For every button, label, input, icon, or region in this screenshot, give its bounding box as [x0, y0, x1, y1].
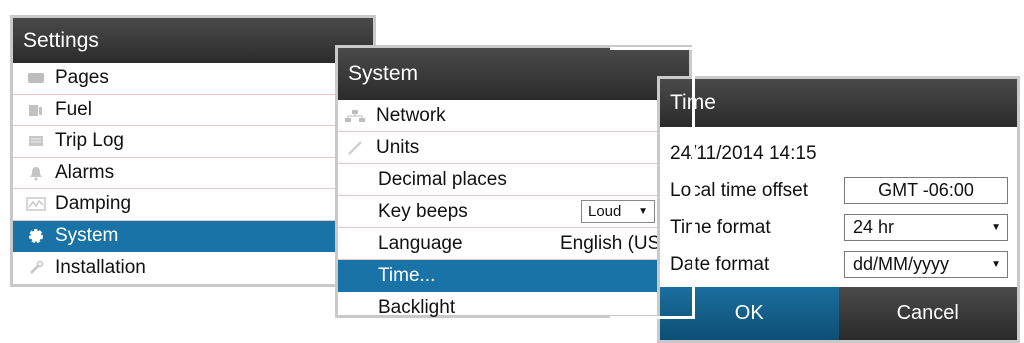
local-time-offset-row: Local time offset GMT -06:00	[670, 172, 1017, 209]
current-datetime: 24/11/2014 14:15	[670, 142, 817, 164]
pencil-icon	[344, 139, 366, 157]
language-value: English (US)	[560, 232, 667, 254]
wrench-icon	[25, 259, 47, 277]
system-panel: System Network Units Decimal places Key …	[335, 45, 692, 318]
system-item-label: Units	[376, 136, 420, 158]
local-time-offset-field[interactable]: GMT -06:00	[844, 177, 1008, 204]
settings-item-label: System	[55, 224, 119, 246]
time-format-label: Time format	[670, 216, 771, 238]
date-format-row: Date format dd/MM/yyyy ▼	[670, 246, 1017, 283]
system-item-units[interactable]: Units	[338, 132, 689, 164]
chevron-down-icon: ▼	[991, 259, 1001, 270]
local-time-offset-value: GMT -06:00	[878, 180, 974, 200]
chevron-down-icon: ▼	[638, 206, 648, 217]
system-title: System	[338, 48, 689, 100]
bell-icon	[25, 164, 47, 182]
system-item-label: Decimal places	[378, 168, 507, 190]
time-dialog: Time 24/11/2014 14:15 Local time offset …	[657, 76, 1020, 343]
settings-item-pages[interactable]: Pages	[13, 63, 373, 95]
time-title: Time	[660, 79, 1017, 127]
trip-log-icon	[25, 132, 47, 150]
time-format-value: 24 hr	[853, 217, 895, 237]
network-icon	[344, 107, 366, 125]
settings-item-damping[interactable]: Damping	[13, 189, 373, 221]
cancel-button[interactable]: Cancel	[838, 287, 1017, 340]
settings-item-trip-log[interactable]: Trip Log	[13, 126, 373, 158]
settings-item-fuel[interactable]: Fuel	[13, 95, 373, 126]
settings-item-alarms[interactable]: Alarms	[13, 158, 373, 189]
gear-icon	[25, 227, 47, 245]
system-item-language[interactable]: Language English (US)	[338, 228, 689, 260]
date-format-value: dd/MM/yyyy	[853, 254, 950, 274]
settings-panel: Settings Pages Fuel Trip Log Alarms Damp…	[10, 15, 376, 287]
system-item-label: Backlight	[378, 297, 456, 318]
current-datetime-row: 24/11/2014 14:15	[670, 135, 1017, 172]
settings-item-label: Installation	[55, 256, 146, 278]
system-item-label: Language	[378, 232, 463, 254]
system-item-label: Key beeps	[378, 200, 468, 222]
system-item-label: Time...	[378, 264, 436, 286]
settings-item-label: Pages	[55, 67, 109, 89]
settings-item-system[interactable]: System	[13, 220, 373, 252]
key-beeps-select[interactable]: Loud ▼	[581, 200, 655, 223]
settings-title: Settings	[13, 18, 373, 63]
system-item-backlight[interactable]: Backlight	[338, 292, 689, 324]
settings-item-label: Fuel	[55, 98, 92, 120]
system-item-key-beeps[interactable]: Key beeps Loud ▼	[338, 196, 689, 228]
time-format-row: Time format 24 hr ▼	[670, 209, 1017, 246]
settings-menu: Pages Fuel Trip Log Alarms Damping Syste…	[13, 63, 373, 284]
date-format-label: Date format	[670, 253, 770, 275]
dialog-button-bar: OK Cancel	[660, 287, 1017, 340]
chevron-down-icon: ▼	[991, 222, 1001, 233]
fuel-icon	[25, 101, 47, 119]
time-body: 24/11/2014 14:15 Local time offset GMT -…	[660, 135, 1017, 283]
pages-icon	[25, 69, 47, 87]
local-time-offset-label: Local time offset	[670, 179, 809, 201]
settings-item-label: Damping	[55, 193, 132, 215]
system-item-time[interactable]: Time...	[338, 260, 689, 292]
system-item-label: Network	[376, 104, 446, 126]
settings-item-installation[interactable]: Installation	[13, 252, 373, 284]
ok-button[interactable]: OK	[660, 287, 839, 340]
system-item-decimal-places[interactable]: Decimal places	[338, 164, 689, 196]
date-format-select[interactable]: dd/MM/yyyy ▼	[844, 251, 1008, 278]
damping-icon	[25, 195, 47, 213]
time-format-select[interactable]: 24 hr ▼	[844, 214, 1008, 241]
system-item-network[interactable]: Network	[338, 100, 689, 132]
system-menu: Network Units Decimal places Key beeps L…	[338, 100, 689, 324]
settings-item-label: Trip Log	[55, 130, 124, 152]
key-beeps-value: Loud	[588, 203, 622, 220]
settings-item-label: Alarms	[55, 161, 115, 183]
